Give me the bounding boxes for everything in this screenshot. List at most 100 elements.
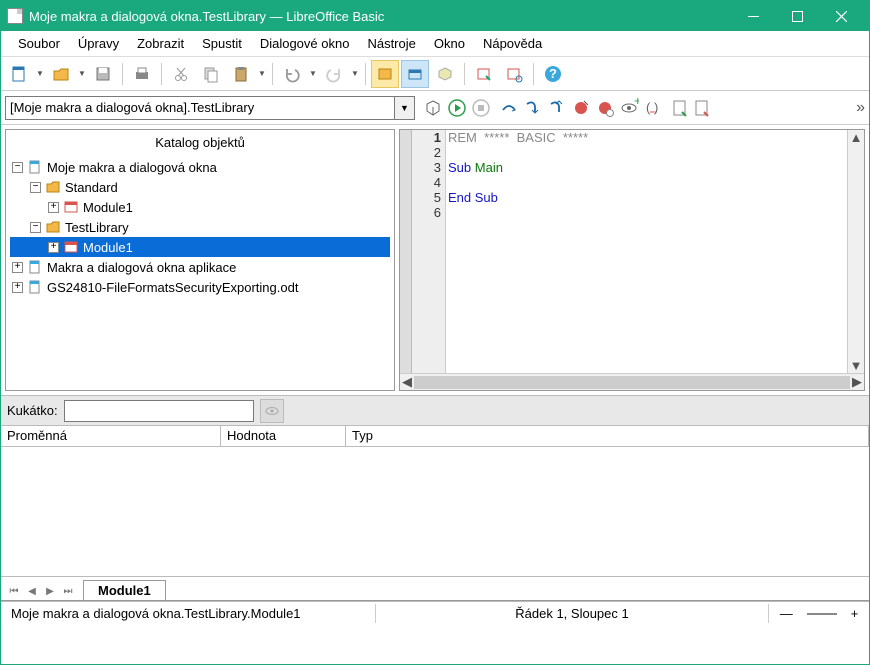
expander-icon[interactable]: + xyxy=(48,202,59,213)
minimize-button[interactable] xyxy=(731,1,775,31)
paste-icon[interactable] xyxy=(227,60,255,88)
menu-window[interactable]: Okno xyxy=(425,33,474,54)
variables-header: Proměnná Hodnota Typ xyxy=(1,425,869,447)
paste-dropdown[interactable]: ▼ xyxy=(257,69,267,78)
status-path: Moje makra a dialogová okna.TestLibrary.… xyxy=(1,604,376,623)
dialog-export-icon[interactable] xyxy=(500,60,528,88)
expander-icon[interactable]: − xyxy=(30,222,41,233)
menubar: Soubor Úpravy Zobrazit Spustit Dialogové… xyxy=(1,31,869,57)
tree-row[interactable]: − Standard xyxy=(10,177,390,197)
manage-breakpoints-icon[interactable] xyxy=(595,98,615,118)
close-button[interactable] xyxy=(819,1,863,31)
print-icon[interactable] xyxy=(128,60,156,88)
watch-label: Kukátko: xyxy=(7,403,58,418)
zoom-slider[interactable] xyxy=(807,613,837,615)
titlebar: Moje makra a dialogová okna.TestLibrary … xyxy=(1,1,869,31)
menu-dialog[interactable]: Dialogové okno xyxy=(251,33,359,54)
dialog-import-icon[interactable] xyxy=(470,60,498,88)
copy-icon[interactable] xyxy=(197,60,225,88)
doc-icon xyxy=(27,259,43,275)
open-dropdown[interactable]: ▼ xyxy=(77,69,87,78)
watch-input[interactable] xyxy=(64,400,254,422)
macro-toolbar: ▼ + ( ) » xyxy=(1,91,869,125)
help-icon[interactable]: ? xyxy=(539,60,567,88)
compile-icon[interactable] xyxy=(423,98,443,118)
menu-view[interactable]: Zobrazit xyxy=(128,33,193,54)
redo-dropdown[interactable]: ▼ xyxy=(350,69,360,78)
breakpoint-margin[interactable] xyxy=(400,130,412,373)
stop-icon[interactable] xyxy=(471,98,491,118)
tree-row[interactable]: + Makra a dialogová okna aplikace xyxy=(10,257,390,277)
library-combo-dropdown[interactable]: ▼ xyxy=(395,96,415,120)
module-icon xyxy=(63,239,79,255)
module-tab[interactable]: Module1 xyxy=(83,580,166,600)
expander-icon[interactable]: + xyxy=(48,242,59,253)
toolbar-overflow-icon[interactable]: » xyxy=(856,99,865,117)
tree-row[interactable]: + Module1 xyxy=(10,237,390,257)
select-macros-icon[interactable] xyxy=(401,60,429,88)
undo-icon[interactable] xyxy=(278,60,306,88)
tree-label: Standard xyxy=(65,180,118,195)
object-catalog-panel: Katalog objektů −Moje makra a dialogová … xyxy=(5,129,395,391)
tree-row[interactable]: − TestLibrary xyxy=(10,217,390,237)
step-out-icon[interactable] xyxy=(547,98,567,118)
watch-add-icon[interactable]: + xyxy=(619,98,639,118)
zoom-out-icon[interactable]: — xyxy=(780,606,793,621)
line-number-gutter: 123456 xyxy=(412,130,446,373)
tree-label: TestLibrary xyxy=(65,220,129,235)
tree-row[interactable]: +Module1 xyxy=(10,197,390,217)
step-into-icon[interactable] xyxy=(523,98,543,118)
tree-label: Makra a dialogová okna aplikace xyxy=(47,260,236,275)
menu-help[interactable]: Nápověda xyxy=(474,33,551,54)
tab-prev-icon[interactable]: ◀ xyxy=(23,582,41,600)
col-value[interactable]: Hodnota xyxy=(221,426,346,446)
breakpoint-icon[interactable] xyxy=(571,98,591,118)
menu-edit[interactable]: Úpravy xyxy=(69,33,128,54)
redo-icon[interactable] xyxy=(320,60,348,88)
col-variable[interactable]: Proměnná xyxy=(1,426,221,446)
col-type[interactable]: Typ xyxy=(346,426,869,446)
modules-icon[interactable] xyxy=(431,60,459,88)
tab-last-icon[interactable]: ⏭ xyxy=(59,582,77,600)
code-area[interactable]: REM ***** BASIC ***** Sub Main End Sub xyxy=(446,130,847,373)
tree-label: Moje makra a dialogová okna xyxy=(47,160,217,175)
cut-icon[interactable] xyxy=(167,60,195,88)
module-tabbar: ⏮ ◀ ▶ ⏭ Module1 xyxy=(1,577,869,601)
maximize-button[interactable] xyxy=(775,1,819,31)
new-dropdown[interactable]: ▼ xyxy=(35,69,45,78)
run-icon[interactable] xyxy=(447,98,467,118)
expander-icon[interactable]: − xyxy=(30,182,41,193)
tree-label: Module1 xyxy=(83,240,133,255)
folder-icon xyxy=(45,219,61,235)
object-catalog-icon[interactable] xyxy=(371,60,399,88)
expander-icon[interactable]: + xyxy=(12,282,23,293)
tree-row[interactable]: − Moje makra a dialogová okna xyxy=(10,157,390,177)
find-parenthesis-icon[interactable]: ( ) xyxy=(643,98,663,118)
expander-icon[interactable]: + xyxy=(12,262,23,273)
svg-text:( ): ( ) xyxy=(646,100,658,115)
menu-run[interactable]: Spustit xyxy=(193,33,251,54)
insert-source-icon[interactable] xyxy=(671,99,689,117)
undo-dropdown[interactable]: ▼ xyxy=(308,69,318,78)
tab-next-icon[interactable]: ▶ xyxy=(41,582,59,600)
new-icon[interactable] xyxy=(5,60,33,88)
horizontal-scrollbar[interactable]: ◀▶ xyxy=(400,373,864,390)
open-icon[interactable] xyxy=(47,60,75,88)
zoom-in-icon[interactable]: + xyxy=(851,606,859,621)
window-title: Moje makra a dialogová okna.TestLibrary … xyxy=(29,9,731,24)
watch-remove-icon[interactable] xyxy=(260,399,284,423)
tab-first-icon[interactable]: ⏮ xyxy=(5,582,23,600)
save-icon[interactable] xyxy=(89,60,117,88)
svg-text:?: ? xyxy=(549,66,557,81)
vertical-scrollbar[interactable]: ▲▼ xyxy=(847,130,864,373)
library-combo[interactable] xyxy=(5,96,395,120)
step-over-icon[interactable] xyxy=(499,98,519,118)
menu-file[interactable]: Soubor xyxy=(9,33,69,54)
doc-icon xyxy=(27,159,43,175)
save-source-icon[interactable] xyxy=(693,99,711,117)
object-tree[interactable]: −Moje makra a dialogová okna−Standard+Mo… xyxy=(6,155,394,390)
menu-tools[interactable]: Nástroje xyxy=(358,33,424,54)
tree-row[interactable]: +GS24810-FileFormatsSecurityExporting.od… xyxy=(10,277,390,297)
status-bar: Moje makra a dialogová okna.TestLibrary.… xyxy=(1,601,869,625)
expander-icon[interactable]: − xyxy=(12,162,23,173)
